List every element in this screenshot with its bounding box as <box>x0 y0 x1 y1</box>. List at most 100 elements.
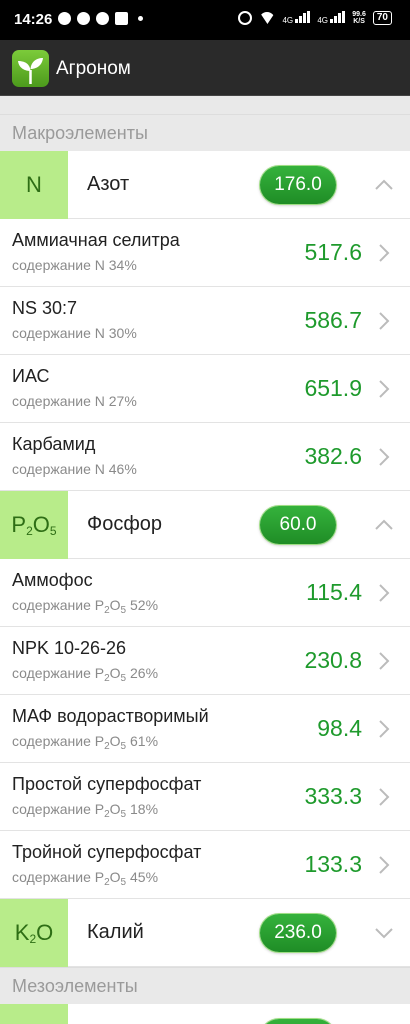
signal-bars-1-icon <box>295 11 311 23</box>
fertilizer-content-label: содержание N <box>12 461 105 477</box>
element-total-badge-potassium[interactable]: 236.0 <box>260 914 336 952</box>
fertilizer-content-percent: 46% <box>108 461 137 477</box>
fertilizer-content: содержание P2O5 61% <box>12 733 158 752</box>
element-symbol-partial <box>0 1004 68 1024</box>
fertilizer-row[interactable]: NPK 10-26-26 содержание P2O5 26% 230.8 <box>0 627 410 695</box>
network-speed-value: 99.6 <box>352 11 366 18</box>
element-row-potassium[interactable]: K2O Калий 236.0 <box>0 899 410 967</box>
fertilizer-content: содержание P2O5 45% <box>12 869 158 888</box>
fertilizer-content-label: содержание N <box>12 393 105 409</box>
fertilizer-name: Тройной суперфосфат <box>12 842 202 862</box>
status-bar: 14:26 4G 4G 99.6 K/S 70 <box>0 0 410 40</box>
element-total-badge-phosphorus[interactable]: 60.0 <box>260 506 336 544</box>
shield-icon <box>115 12 128 25</box>
fertilizer-row[interactable]: Карбамид содержание N 46% 382.6 <box>0 423 410 491</box>
fertilizer-value: 98.4 <box>317 715 362 741</box>
system-icons: 4G 4G 99.6 K/S 70 <box>238 11 392 25</box>
fertilizer-value: 517.6 <box>304 239 362 265</box>
fertilizer-row[interactable]: NS 30:7 содержание N 30% 586.7 <box>0 287 410 355</box>
fertilizer-name: NS 30:7 <box>12 298 78 318</box>
fertilizer-value: 651.9 <box>304 375 362 401</box>
element-name-phosphorus: Фосфор <box>87 513 163 535</box>
nitrogen-symbol: N <box>26 172 42 197</box>
sub-5: 5 <box>120 605 127 616</box>
app-notification-icon <box>96 12 109 25</box>
chevron-down-icon[interactable] <box>374 923 394 943</box>
fertilizer-row[interactable]: Простой суперфосфат содержание P2O5 18% … <box>0 763 410 831</box>
macro-section-header: Макроэлементы <box>0 114 410 151</box>
fertilizer-name: Карбамид <box>12 434 96 454</box>
telegram-icon <box>58 12 71 25</box>
fertilizer-row[interactable]: ИАС содержание N 27% 651.9 <box>0 355 410 423</box>
meso-section-header: Мезоэлементы <box>0 967 410 1004</box>
chevron-right-icon[interactable] <box>374 787 394 807</box>
fertilizer-content-percent: 61% <box>130 733 159 749</box>
chevron-right-icon[interactable] <box>374 583 394 603</box>
fertilizer-content: содержание N 46% <box>12 461 137 477</box>
network-type-1: 4G <box>282 16 294 25</box>
chevron-up-icon[interactable] <box>374 515 394 535</box>
symbol-p: P <box>11 512 27 537</box>
fertilizer-content-label: содержание P <box>12 869 105 885</box>
chevron-right-icon[interactable] <box>374 379 394 399</box>
fertilizer-content: содержание P2O5 52% <box>12 597 158 616</box>
wifi-icon <box>259 12 276 24</box>
network-speed: 99.6 K/S <box>352 11 366 25</box>
letter-o: O <box>109 869 121 885</box>
chevron-right-icon[interactable] <box>374 243 394 263</box>
fertilizer-value: 382.6 <box>304 443 362 469</box>
network-type-2: 4G <box>317 16 329 25</box>
fertilizer-content: содержание N 34% <box>12 257 137 273</box>
sub-5: 5 <box>120 877 127 888</box>
network-speed-unit: K/S <box>353 18 365 25</box>
element-symbol-phosphorus: P2O5 <box>0 491 68 559</box>
letter-o: O <box>109 801 121 817</box>
fertilizer-row[interactable]: Аммиачная селитра содержание N 34% 517.6 <box>0 219 410 287</box>
fertilizer-content: содержание P2O5 18% <box>12 801 158 820</box>
fertilizer-name: МАФ водорастворимый <box>12 706 209 726</box>
fertilizer-content: содержание N 30% <box>12 325 137 341</box>
fertilizer-content-label: содержание N <box>12 325 105 341</box>
fertilizer-name: ИАС <box>12 366 50 386</box>
fertilizer-value: 333.3 <box>304 783 362 809</box>
fertilizer-content-percent: 34% <box>108 257 137 273</box>
top-spacer <box>0 96 410 114</box>
fertilizer-content-percent: 30% <box>108 325 137 341</box>
chevron-up-icon[interactable] <box>374 175 394 195</box>
chevron-right-icon[interactable] <box>374 855 394 875</box>
sub-5: 5 <box>120 673 127 684</box>
chevron-right-icon[interactable] <box>374 447 394 467</box>
notification-icons <box>58 12 143 25</box>
fertilizer-content-label: содержание P <box>12 801 105 817</box>
chevron-right-icon[interactable] <box>374 651 394 671</box>
element-row-phosphorus[interactable]: P2O5 Фосфор 60.0 <box>0 491 410 559</box>
symbol-sub-2: 2 <box>26 524 33 538</box>
chevron-right-icon[interactable] <box>374 719 394 739</box>
letter-o: O <box>109 665 121 681</box>
more-notifications-icon <box>138 16 143 21</box>
main-content[interactable]: Макроэлементы N Азот 176.0 Аммиачная сел… <box>0 96 410 1024</box>
battery-indicator: 70 <box>372 11 392 25</box>
letter-o: O <box>109 597 121 613</box>
element-name-nitrogen: Азот <box>87 173 130 195</box>
element-total-badge-nitrogen[interactable]: 176.0 <box>260 166 336 204</box>
element-row-partial[interactable] <box>0 1004 410 1024</box>
fertilizer-name: NPK 10-26-26 <box>12 638 127 658</box>
fertilizer-content-percent: 27% <box>108 393 137 409</box>
signal-2: 4G <box>317 11 346 25</box>
element-total-badge-partial[interactable] <box>260 1019 336 1024</box>
fertilizer-row[interactable]: МАФ водорастворимый содержание P2O5 61% … <box>0 695 410 763</box>
fertilizer-name: Аммиачная селитра <box>12 230 180 250</box>
fertilizer-content-percent: 18% <box>130 801 159 817</box>
app-title: Агроном <box>56 58 131 79</box>
fertilizer-content-percent: 45% <box>130 869 159 885</box>
element-row-nitrogen[interactable]: N Азот 176.0 <box>0 151 410 219</box>
fertilizer-row[interactable]: Аммофос содержание P2O5 52% 115.4 <box>0 559 410 627</box>
fertilizer-content-label: содержание N <box>12 257 105 273</box>
chevron-right-icon[interactable] <box>374 311 394 331</box>
fertilizer-content-percent: 26% <box>130 665 159 681</box>
chat-icon <box>77 12 90 25</box>
fertilizer-row[interactable]: Тройной суперфосфат содержание P2O5 45% … <box>0 831 410 899</box>
fertilizer-content: содержание N 27% <box>12 393 137 409</box>
status-time: 14:26 <box>14 11 53 28</box>
